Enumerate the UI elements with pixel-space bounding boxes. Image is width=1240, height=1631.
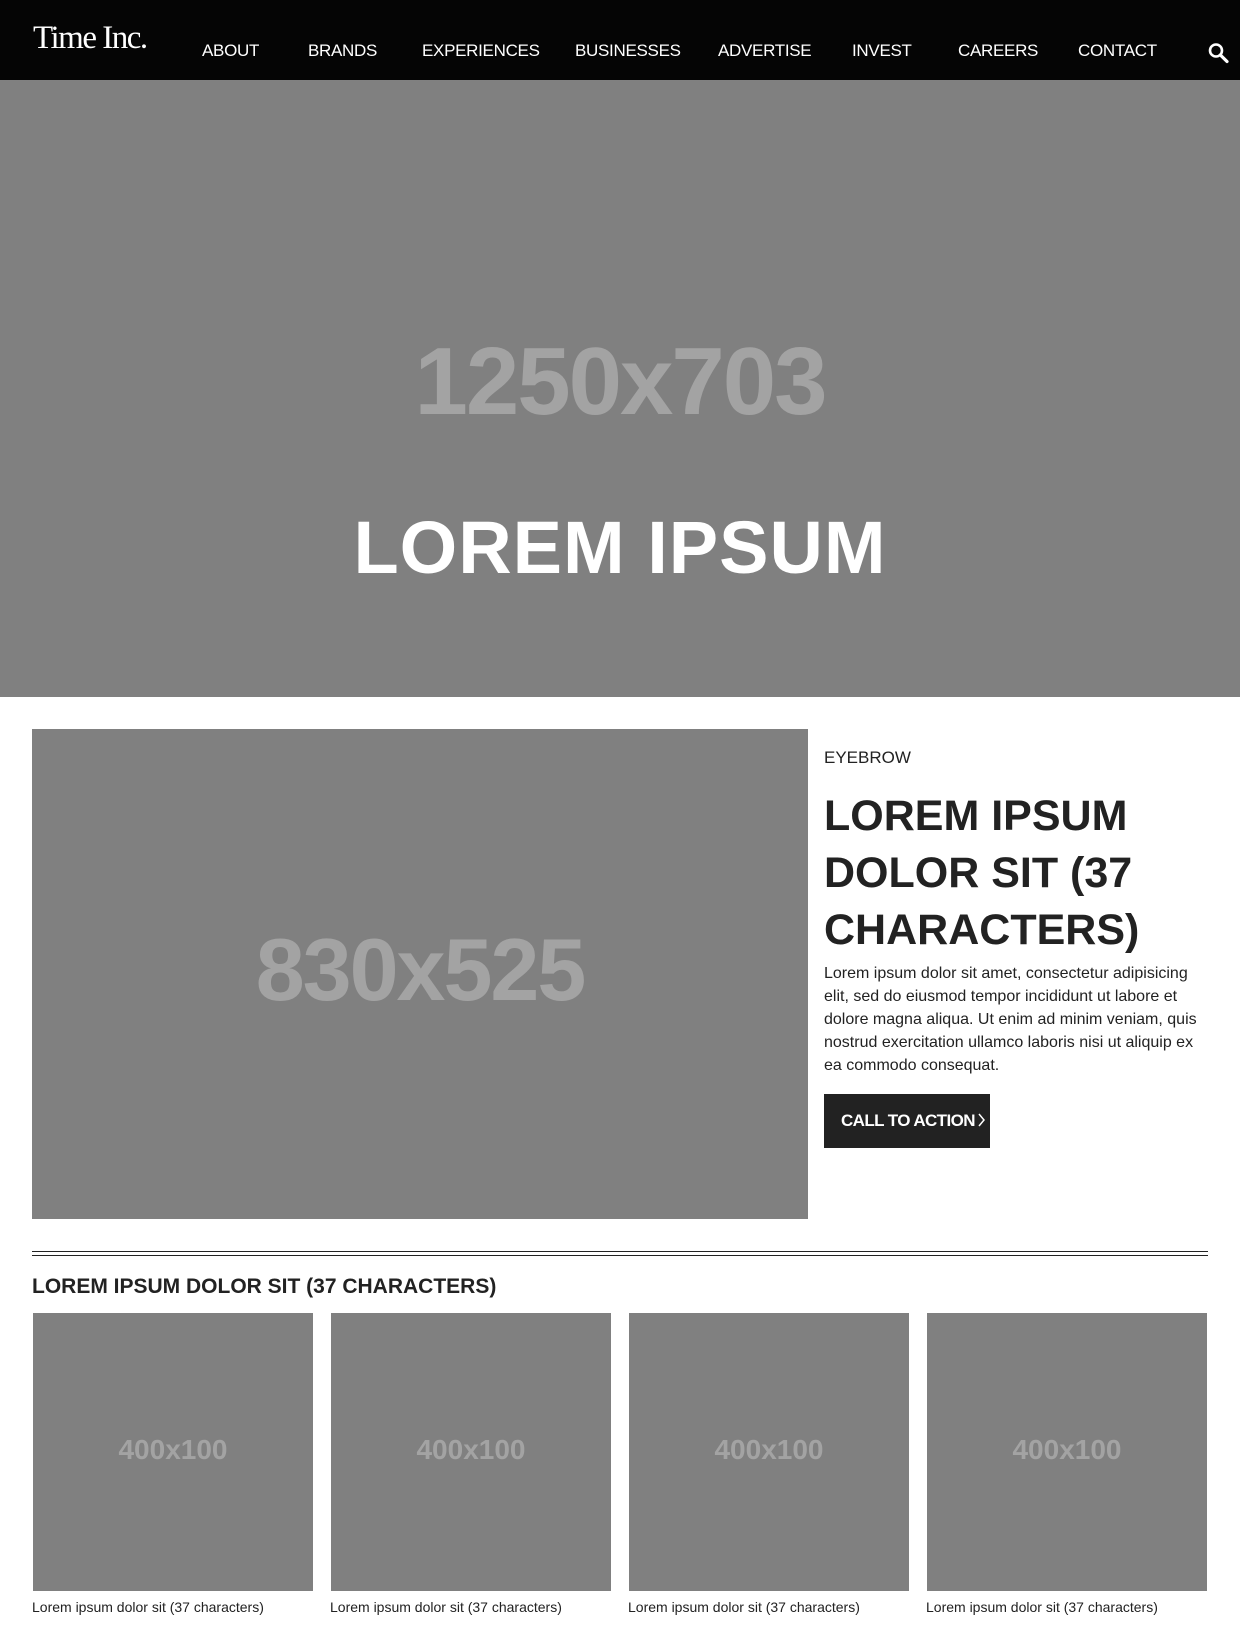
nav-item-careers[interactable]: CAREERS	[958, 41, 1038, 61]
search-icon[interactable]	[1208, 42, 1230, 66]
card-image-size-label: 400x100	[1012, 1434, 1122, 1465]
feature-body: Lorem ipsum dolor sit amet, consectetur …	[824, 965, 1197, 1074]
chevron-right-icon	[977, 1094, 986, 1148]
card-image-placeholder[interactable]: 400x100	[331, 1313, 611, 1591]
card-caption[interactable]: Lorem ipsum dolor sit (37 characters)	[330, 1598, 562, 1616]
feature-title: LOREM IPSUM DOLOR SIT (37 CHARACTERS)	[824, 792, 1140, 954]
card-image-placeholder[interactable]: 400x100	[33, 1313, 313, 1591]
feature-image-placeholder: 830x525	[32, 729, 808, 1219]
nav-item-invest[interactable]: INVEST	[852, 41, 912, 61]
nav-item-businesses[interactable]: BUSINESSES	[575, 41, 681, 61]
card-image-size-label: 400x100	[118, 1434, 228, 1465]
call-to-action-button[interactable]: CALL TO ACTION	[824, 1094, 990, 1148]
hero-banner: 1250x703 LOREM IPSUM	[0, 80, 1240, 697]
card-image-placeholder[interactable]: 400x100	[629, 1313, 909, 1591]
card-caption[interactable]: Lorem ipsum dolor sit (37 characters)	[926, 1598, 1158, 1616]
nav-item-advertise[interactable]: ADVERTISE	[718, 41, 812, 61]
card-caption[interactable]: Lorem ipsum dolor sit (37 characters)	[628, 1598, 860, 1616]
top-navigation-bar: Time Inc. ABOUT BRANDS EXPERIENCES BUSIN…	[0, 0, 1240, 80]
hero-title: LOREM IPSUM	[353, 506, 887, 589]
card-caption[interactable]: Lorem ipsum dolor sit (37 characters)	[32, 1598, 264, 1616]
cta-label: CALL TO ACTION	[841, 1111, 976, 1130]
card-image-placeholder[interactable]: 400x100	[927, 1313, 1207, 1591]
time-inc-logo[interactable]: Time Inc.	[33, 22, 148, 55]
nav-item-brands[interactable]: BRANDS	[308, 41, 377, 61]
nav-item-experiences[interactable]: EXPERIENCES	[422, 41, 540, 61]
feature-image-size-label: 830x525	[255, 920, 587, 1019]
card-image-size-label: 400x100	[714, 1434, 824, 1465]
feature-eyebrow: EYEBROW	[824, 748, 911, 767]
section-divider-top	[32, 1251, 1208, 1252]
card-image-size-label: 400x100	[416, 1434, 526, 1465]
section-divider-bottom	[32, 1255, 1208, 1256]
section-title: LOREM IPSUM DOLOR SIT (37 CHARACTERS)	[32, 1275, 497, 1298]
nav-item-about[interactable]: ABOUT	[202, 41, 259, 61]
nav-item-contact[interactable]: CONTACT	[1078, 41, 1157, 61]
hero-image-size-label: 1250x703	[414, 328, 827, 435]
